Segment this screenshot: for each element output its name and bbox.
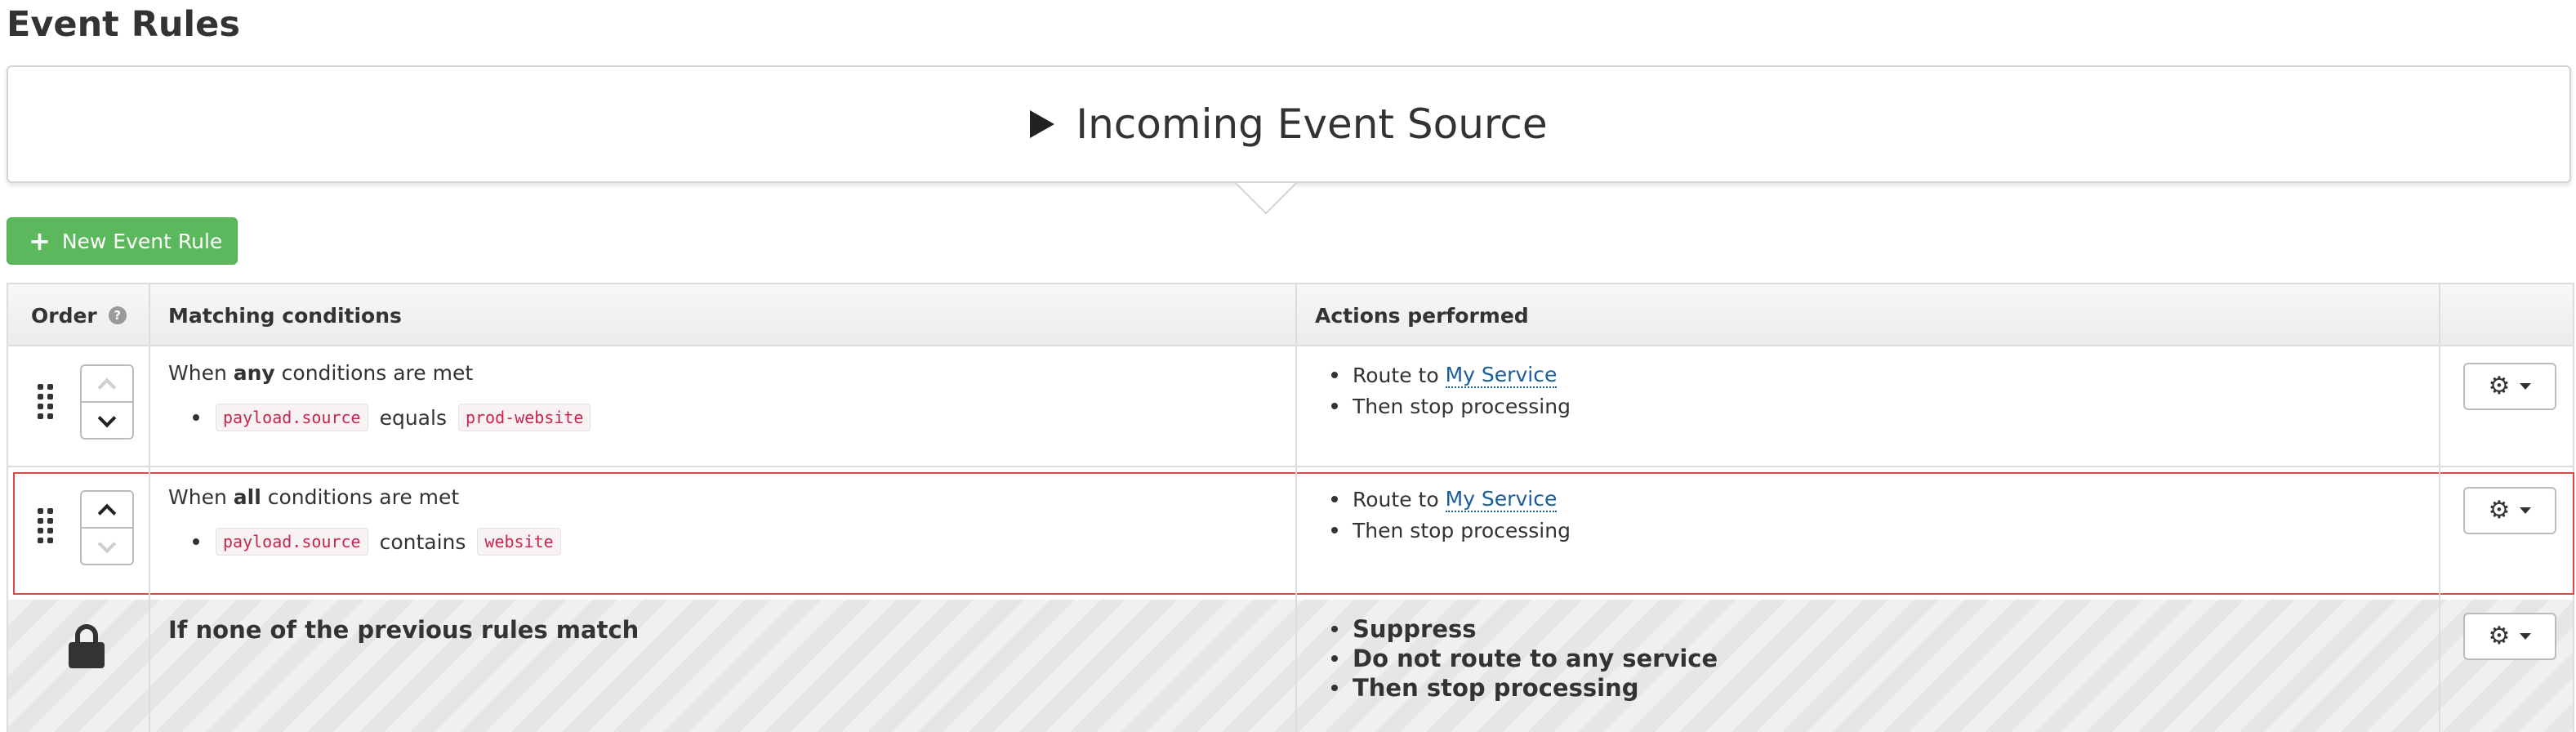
stop-processing-label: Then stop processing xyxy=(1353,518,1571,542)
caret-down-icon xyxy=(2520,383,2532,390)
caret-down-icon xyxy=(2520,507,2532,514)
gear-icon: ⚙ xyxy=(2488,496,2511,524)
reorder-control xyxy=(80,364,134,440)
fallback-row: If none of the previous rules match Supp… xyxy=(8,600,2573,732)
move-down-button[interactable] xyxy=(82,403,132,438)
plus-icon: + xyxy=(29,225,51,257)
condition-value: prod-website xyxy=(457,404,591,431)
condition-mode: any xyxy=(233,361,275,385)
actions-list: Route to My Service Then stop processing xyxy=(1331,484,1571,546)
table-row: When any conditions are met payload.sour… xyxy=(8,346,2573,467)
column-divider xyxy=(2439,283,2440,732)
route-label: Route to xyxy=(1353,363,1439,387)
stop-processing-label: Then stop processing xyxy=(1353,394,1571,418)
caret-down-icon xyxy=(2520,633,2532,640)
chevron-up-icon xyxy=(97,503,117,522)
condition-item: payload.source equals prod-website xyxy=(193,404,591,431)
table-header: Order ? Matching conditions Actions perf… xyxy=(8,283,2573,346)
fallback-action: Then stop processing xyxy=(1353,674,1639,702)
condition-operator: contains xyxy=(379,529,466,554)
table-row: When all conditions are met payload.sour… xyxy=(8,475,2573,591)
help-icon[interactable]: ? xyxy=(108,306,127,324)
rule-settings-button[interactable]: ⚙ xyxy=(2463,487,2556,534)
chevron-down-icon xyxy=(97,408,117,427)
conditions-header: Matching conditions xyxy=(168,303,402,328)
condition-suffix: conditions are met xyxy=(274,361,474,385)
condition-field: payload.source xyxy=(216,528,368,556)
service-link[interactable]: My Service xyxy=(1445,487,1558,512)
condition-mode: all xyxy=(233,485,261,509)
fallback-title: If none of the previous rules match xyxy=(168,616,640,644)
gear-icon: ⚙ xyxy=(2488,372,2511,400)
fallback-action: Suppress xyxy=(1353,615,1477,643)
condition-prefix: When xyxy=(168,361,234,385)
gear-icon: ⚙ xyxy=(2488,622,2511,650)
play-icon xyxy=(1030,110,1055,138)
condition-summary: When all conditions are met xyxy=(168,485,459,509)
drag-handle-icon[interactable] xyxy=(38,384,54,420)
service-link[interactable]: My Service xyxy=(1445,363,1558,388)
fallback-settings-button[interactable]: ⚙ xyxy=(2463,613,2556,660)
incoming-event-source-panel[interactable]: Incoming Event Source xyxy=(7,65,2571,183)
route-label: Route to xyxy=(1353,487,1439,511)
condition-suffix: conditions are met xyxy=(261,485,460,509)
column-divider xyxy=(1295,283,1297,732)
condition-summary: When any conditions are met xyxy=(168,361,473,385)
new-event-rule-button[interactable]: + New Event Rule xyxy=(7,217,238,265)
move-up-button[interactable] xyxy=(82,366,132,403)
new-event-rule-label: New Event Rule xyxy=(61,229,223,253)
source-title: Incoming Event Source xyxy=(1076,100,1548,148)
fallback-action: Do not route to any service xyxy=(1353,645,1718,672)
chevron-down-icon xyxy=(97,534,117,553)
reorder-control xyxy=(80,490,134,565)
source-pointer xyxy=(0,183,2576,232)
condition-field: payload.source xyxy=(216,404,368,431)
order-header: Order ? xyxy=(31,284,127,346)
move-up-button[interactable] xyxy=(82,492,132,529)
order-header-label: Order xyxy=(31,303,97,328)
rule-settings-button[interactable]: ⚙ xyxy=(2463,363,2556,410)
lock-icon xyxy=(69,624,105,668)
drag-handle-icon[interactable] xyxy=(38,508,54,544)
actions-header: Actions performed xyxy=(1315,303,1529,328)
condition-item: payload.source contains website xyxy=(193,528,561,556)
condition-prefix: When xyxy=(168,485,234,509)
source-header[interactable]: Incoming Event Source xyxy=(1030,100,1548,148)
condition-operator: equals xyxy=(379,405,447,430)
actions-list: Route to My Service Then stop processing xyxy=(1331,359,1571,422)
move-down-button[interactable] xyxy=(82,529,132,564)
chevron-up-icon xyxy=(97,377,117,396)
page-title: Event Rules xyxy=(7,4,240,45)
event-rules-table: Order ? Matching conditions Actions perf… xyxy=(7,283,2574,732)
column-divider xyxy=(149,283,150,732)
fallback-actions-list: Suppress Do not route to any service The… xyxy=(1331,614,1718,703)
condition-value: website xyxy=(477,528,561,556)
